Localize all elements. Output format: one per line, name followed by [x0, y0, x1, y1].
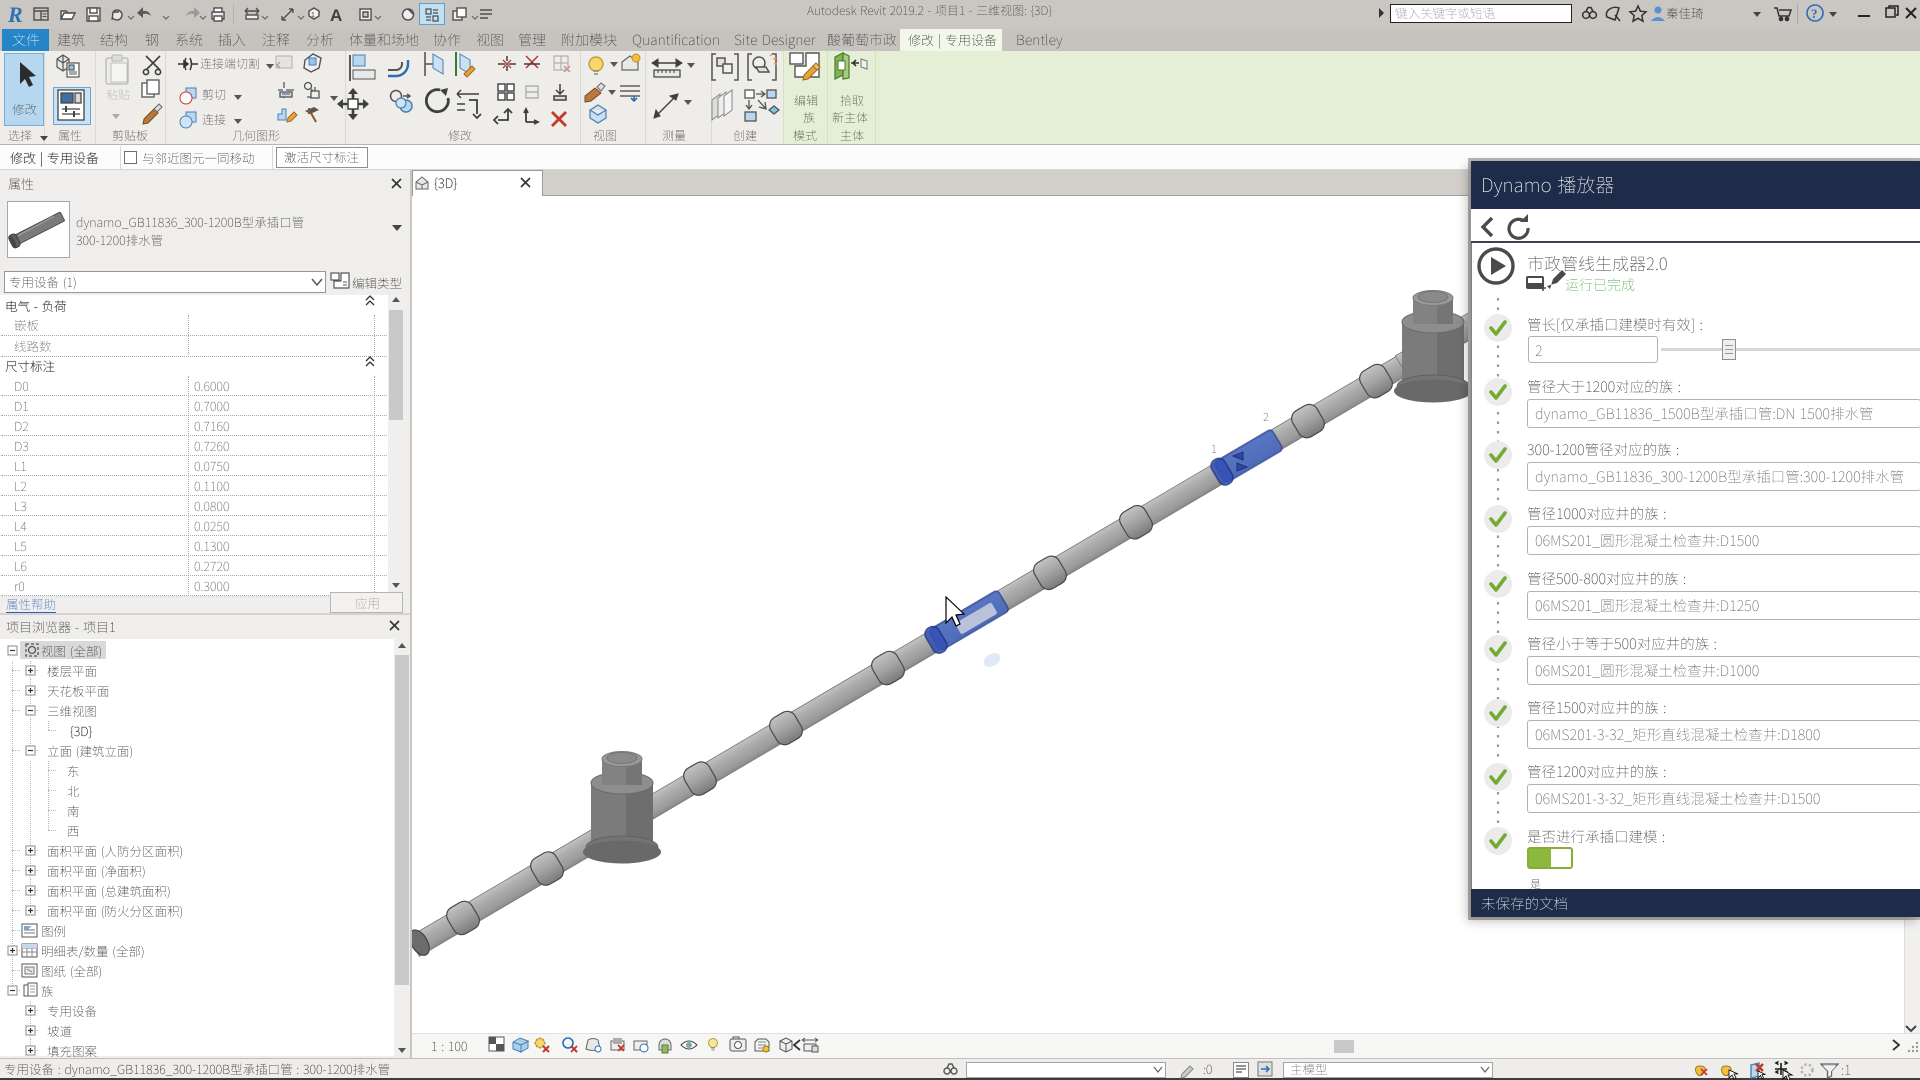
svg-text:R: R	[7, 2, 23, 27]
svg-text:A: A	[330, 6, 342, 25]
svg-text:1: 1	[311, 12, 315, 19]
svg-text:?: ?	[1811, 6, 1818, 21]
